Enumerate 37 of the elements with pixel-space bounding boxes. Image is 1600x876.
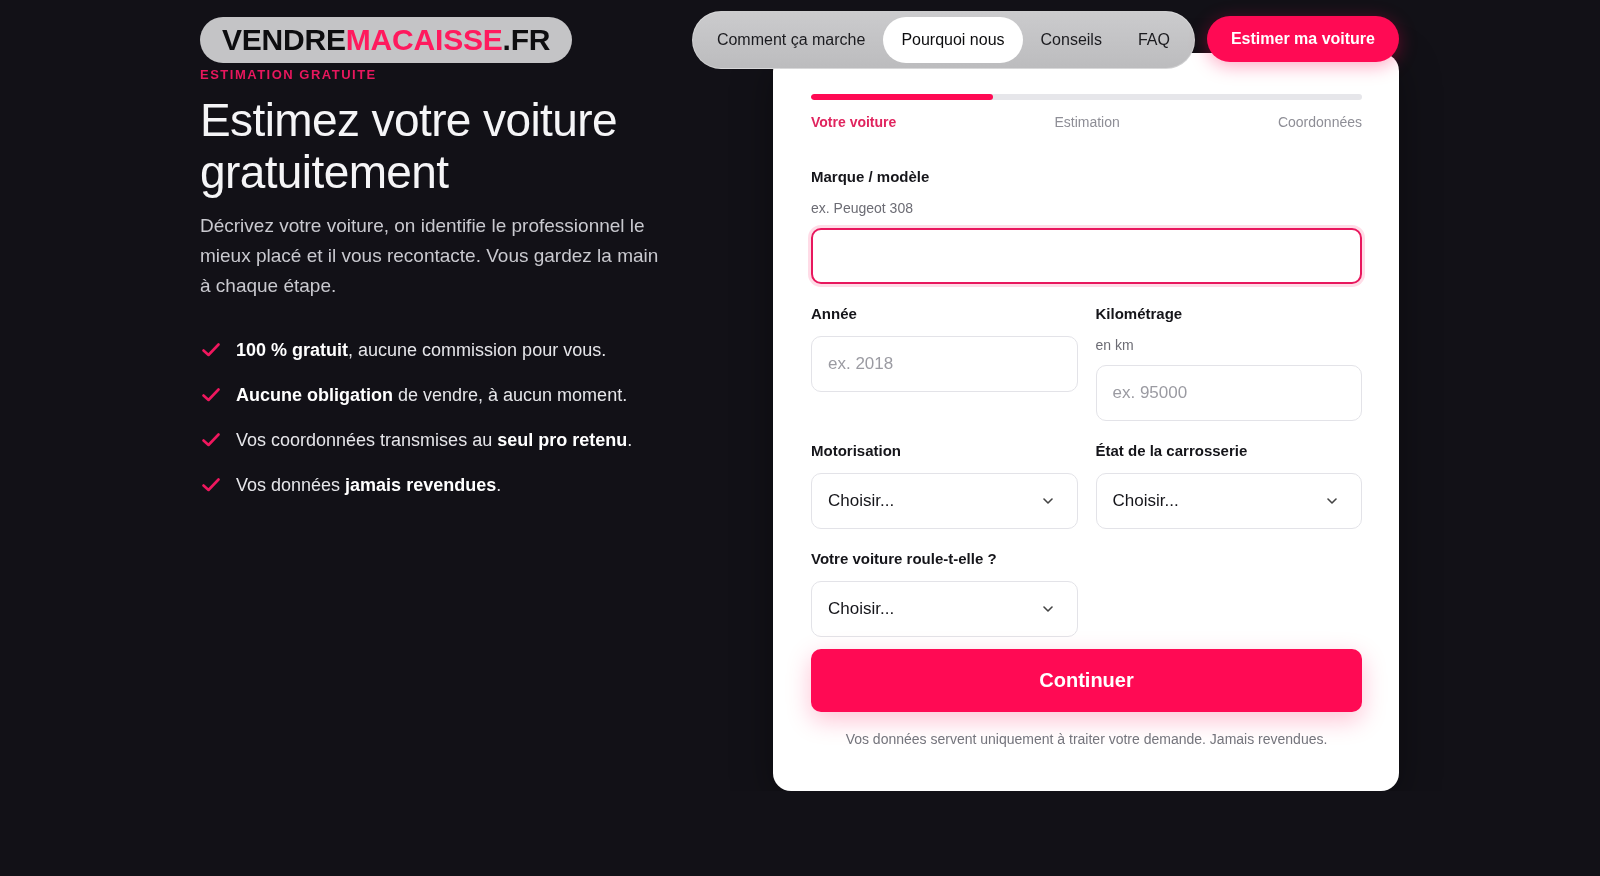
nav-link[interactable]: Conseils: [1022, 17, 1120, 63]
chevron-down-icon: [1327, 498, 1337, 504]
check-icon: [202, 433, 220, 447]
chevron-down-icon: [1042, 498, 1053, 504]
select-field[interactable]: Choisir...: [811, 581, 1078, 637]
select-field[interactable]: Choisir...: [811, 473, 1078, 529]
privacy-note: Vos données servent uniquement à traiter votre demande. Jamais revendues.: [844, 730, 1329, 748]
continue-button[interactable]: Continuer: [811, 649, 1362, 712]
estimate-button[interactable]: Estimer ma voiture: [1206, 16, 1399, 62]
field-label: Votre voiture roule-t-elle ?: [811, 549, 998, 569]
select-field[interactable]: Choisir...: [1095, 473, 1362, 529]
input-field[interactable]: [811, 228, 1362, 284]
field-hint: ex. Peugeot 308: [811, 199, 914, 217]
benefit-text: Aucune obligation de vendre, à aucun moment.: [236, 384, 628, 407]
step-label: Estimation: [1054, 114, 1120, 130]
hero-description: Décrivez votre voiture, on identifie le professionnel le mieux placé et il vous recontacte. Vous gardez la main à chaque étape.: [200, 214, 660, 298]
field-label: Marque / modèle: [811, 167, 931, 187]
nav-link[interactable]: Comment ça marche: [698, 17, 884, 63]
field-label: Année: [811, 304, 858, 324]
step-label: Votre voiture: [811, 114, 897, 130]
benefit-text: Vos coordonnées transmises au seul pro retenu.: [236, 429, 633, 452]
field-label: État de la carrosserie: [1095, 441, 1249, 461]
site-logo[interactable]: VENDREMACAISSE.FR: [200, 17, 573, 63]
eyebrow-label: ESTIMATION GRATUITE: [200, 68, 378, 82]
check-icon: [202, 388, 220, 402]
nav-link[interactable]: Pourquoi nous: [883, 17, 1023, 63]
hero-title: Estimez votre voiture gratuitement: [200, 94, 618, 198]
check-icon: [202, 343, 220, 357]
field-label: Kilométrage: [1095, 304, 1184, 324]
nav-link[interactable]: FAQ: [1119, 17, 1188, 63]
chevron-down-icon: [1042, 606, 1053, 612]
field-label: Motorisation: [811, 441, 902, 461]
field-hint: en km: [1095, 336, 1135, 354]
check-icon: [202, 478, 220, 492]
step-label: Coordonnées: [1277, 114, 1362, 130]
benefit-text: Vos données jamais revendues.: [236, 474, 502, 497]
benefit-text: 100 % gratuit, aucune commission pour vous.: [236, 339, 607, 362]
